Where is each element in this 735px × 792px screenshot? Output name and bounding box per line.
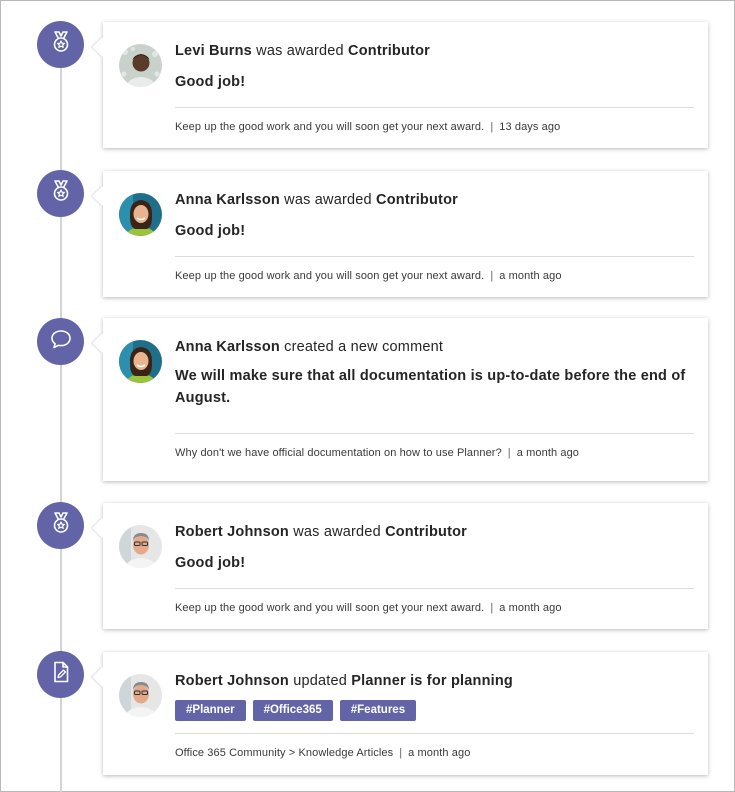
activity-footer: Why don't we have official documentation… bbox=[175, 445, 694, 461]
robert-johnson-avatar[interactable] bbox=[119, 674, 162, 717]
context-text: Keep up the good work and you will soon … bbox=[175, 121, 485, 133]
comment-icon bbox=[48, 326, 74, 357]
activity-headline: Anna Karlsson created a new comment bbox=[175, 337, 694, 357]
tag-features[interactable]: #Features bbox=[339, 700, 417, 721]
activity-card: Levi Burns was awarded Contributor Good … bbox=[103, 22, 708, 148]
breadcrumb-link[interactable]: Office 365 Community > Knowledge Article… bbox=[175, 747, 393, 759]
action-text: was awarded bbox=[284, 192, 372, 208]
robert-johnson-avatar[interactable] bbox=[119, 525, 162, 568]
context-text: Keep up the good work and you will soon … bbox=[175, 602, 485, 614]
timeline-node bbox=[37, 651, 84, 698]
award-medal-icon bbox=[48, 29, 74, 60]
separator: | bbox=[490, 121, 494, 133]
activity-headline: Levi Burns was awarded Contributor bbox=[175, 41, 694, 61]
user-name[interactable]: Levi Burns bbox=[175, 43, 252, 59]
action-text: was awarded bbox=[293, 524, 381, 540]
timestamp: a month ago bbox=[516, 447, 580, 459]
award-name: Contributor bbox=[385, 524, 468, 540]
activity-headline: Robert Johnson updated Planner is for pl… bbox=[175, 671, 694, 691]
anna-karlsson-avatar[interactable] bbox=[119, 193, 162, 236]
activity-card: Anna Karlsson created a new comment We w… bbox=[103, 318, 708, 481]
activity-footer: Office 365 Community > Knowledge Article… bbox=[175, 745, 694, 761]
action-text: created a new comment bbox=[284, 339, 444, 355]
user-name[interactable]: Robert Johnson bbox=[175, 524, 289, 540]
user-name[interactable]: Anna Karlsson bbox=[175, 339, 280, 355]
separator: | bbox=[399, 747, 403, 759]
divider bbox=[175, 107, 694, 108]
divider bbox=[175, 588, 694, 589]
separator: | bbox=[490, 602, 494, 614]
action-text: updated bbox=[293, 673, 348, 689]
separator: | bbox=[490, 270, 494, 282]
timeline-node bbox=[37, 502, 84, 549]
activity-headline: Robert Johnson was awarded Contributor bbox=[175, 522, 694, 542]
award-medal-icon bbox=[48, 510, 74, 541]
context-link[interactable]: Why don't we have official documentation… bbox=[175, 447, 502, 459]
divider bbox=[175, 733, 694, 734]
activity-body: Good job! bbox=[175, 555, 246, 571]
activity-card: Robert Johnson was awarded Contributor G… bbox=[103, 503, 708, 629]
activity-footer: Keep up the good work and you will soon … bbox=[175, 268, 694, 284]
divider bbox=[175, 433, 694, 434]
tag-planner[interactable]: #Planner bbox=[175, 700, 246, 721]
action-text: was awarded bbox=[256, 43, 344, 59]
edit-document-icon bbox=[48, 659, 74, 690]
user-name[interactable]: Robert Johnson bbox=[175, 673, 289, 689]
user-name[interactable]: Anna Karlsson bbox=[175, 192, 280, 208]
comment-body: We will make sure that all documentation… bbox=[175, 368, 686, 406]
anna-karlsson-avatar[interactable] bbox=[119, 340, 162, 383]
tag-office365[interactable]: #Office365 bbox=[252, 700, 333, 721]
timestamp: a month ago bbox=[408, 747, 471, 759]
timestamp: 13 days ago bbox=[499, 121, 561, 133]
award-name: Contributor bbox=[376, 192, 458, 208]
timeline-node bbox=[37, 21, 84, 68]
timeline-node bbox=[37, 318, 84, 365]
article-title-link[interactable]: Planner is for planning bbox=[351, 673, 513, 689]
activity-card: Robert Johnson updated Planner is for pl… bbox=[103, 652, 708, 775]
timestamp: a month ago bbox=[499, 270, 562, 282]
award-medal-icon bbox=[48, 178, 74, 209]
timeline-node bbox=[37, 170, 84, 217]
timestamp: a month ago bbox=[499, 602, 562, 614]
context-text: Keep up the good work and you will soon … bbox=[175, 270, 485, 282]
activity-body: Good job! bbox=[175, 74, 246, 90]
separator: | bbox=[507, 447, 511, 459]
divider bbox=[175, 256, 694, 257]
levi-burns-avatar[interactable] bbox=[119, 44, 162, 87]
award-name: Contributor bbox=[348, 43, 430, 59]
activity-card: Anna Karlsson was awarded Contributor Go… bbox=[103, 171, 708, 297]
activity-body: Good job! bbox=[175, 223, 246, 239]
tag-list: #Planner #Office365 #Features bbox=[175, 700, 694, 721]
activity-footer: Keep up the good work and you will soon … bbox=[175, 600, 694, 616]
activity-footer: Keep up the good work and you will soon … bbox=[175, 119, 694, 135]
activity-headline: Anna Karlsson was awarded Contributor bbox=[175, 190, 694, 210]
